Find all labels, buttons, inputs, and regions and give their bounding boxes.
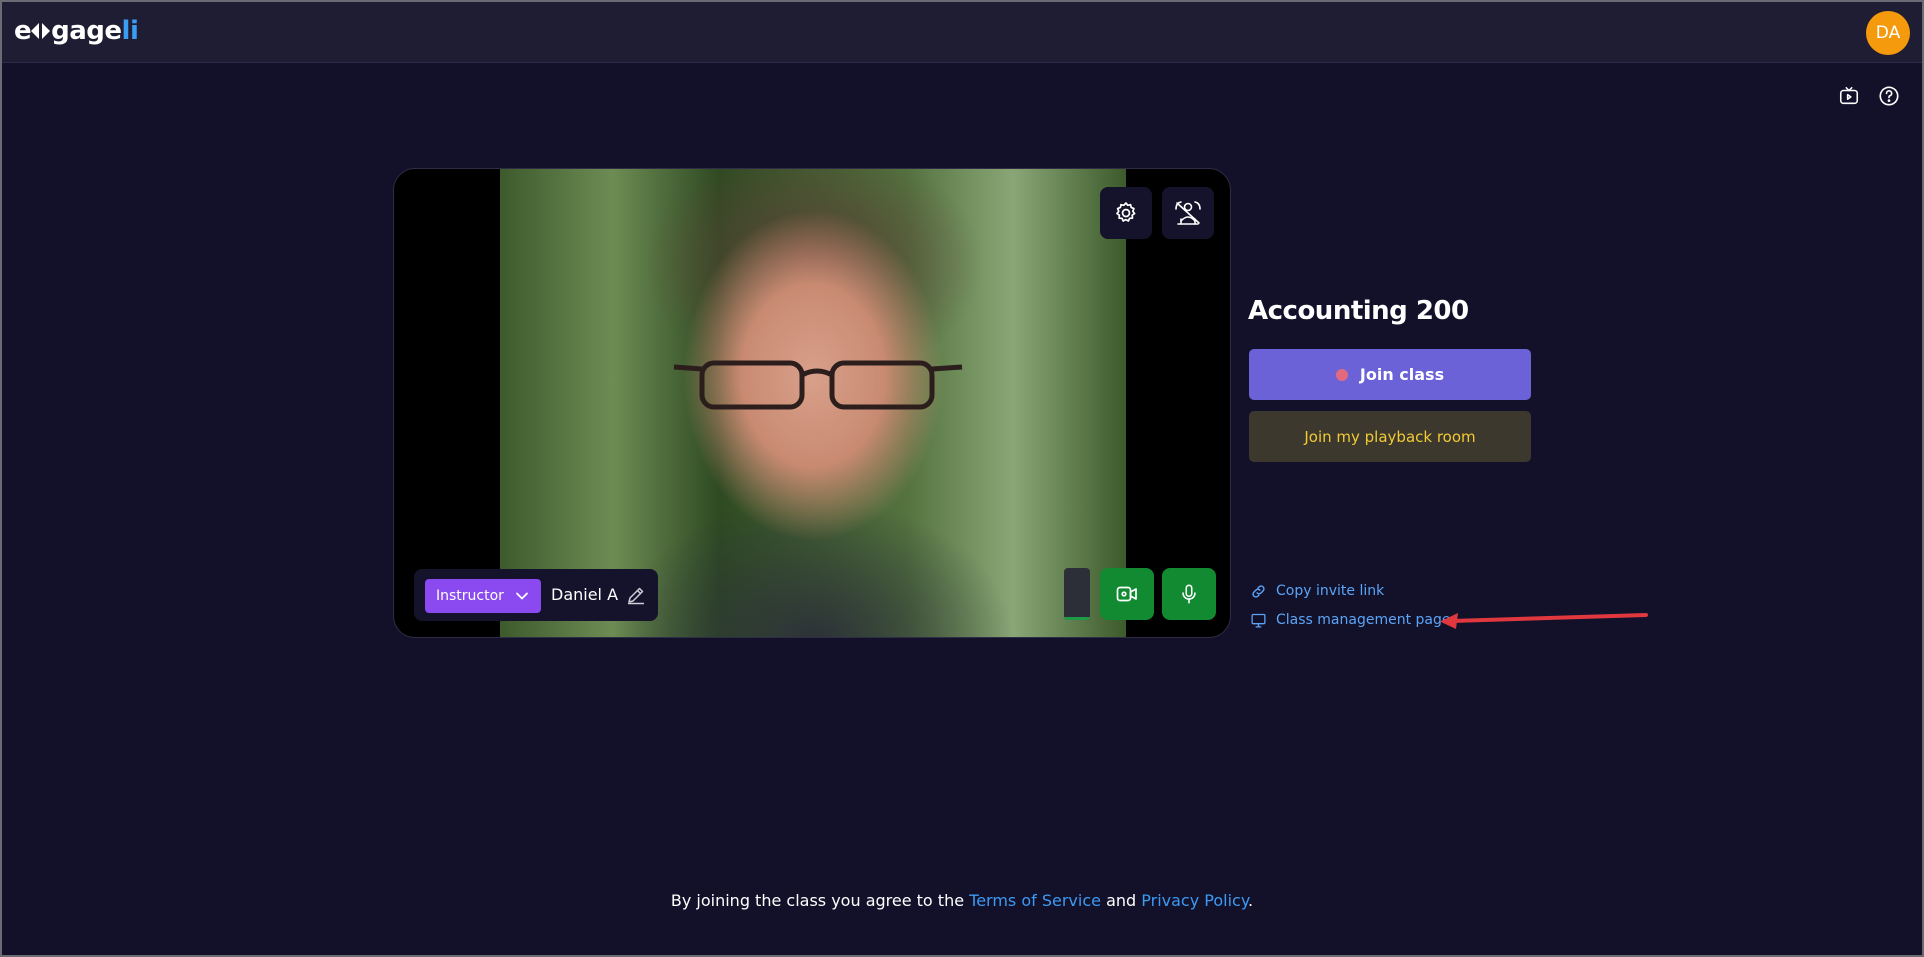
- logo-part-3: li: [121, 16, 139, 46]
- logo-part-1: e: [14, 16, 32, 46]
- join-class-button[interactable]: Join class: [1249, 349, 1531, 400]
- playback-camera-icon[interactable]: [1837, 84, 1861, 108]
- role-label: Instructor: [436, 588, 504, 604]
- chevron-down-icon: [515, 589, 529, 607]
- glasses-illustration: [673, 360, 963, 410]
- gear-icon: [1116, 202, 1136, 222]
- audio-level-fill: [1064, 617, 1090, 620]
- terms-notice: By joining the class you agree to the Te…: [0, 891, 1924, 910]
- footer-middle: and: [1100, 891, 1142, 910]
- footer-suffix: .: [1248, 891, 1254, 910]
- logo-arrow-right: [42, 23, 51, 39]
- video-camera-icon: [1116, 586, 1137, 602]
- mic-toggle-button[interactable]: [1162, 568, 1216, 620]
- logo-arrow-left: [31, 23, 40, 39]
- video-preview: Instructor Daniel A: [393, 168, 1231, 638]
- join-playback-label: Join my playback room: [1304, 427, 1476, 446]
- settings-button[interactable]: [1100, 187, 1152, 239]
- footer-prefix: By joining the class you agree to the: [670, 891, 970, 910]
- top-bar: e gage li DA: [0, 0, 1924, 63]
- audio-level-meter: [1064, 568, 1090, 620]
- layout-button[interactable]: [1162, 187, 1214, 239]
- annotation-arrow: [1440, 613, 1648, 629]
- user-avatar[interactable]: DA: [1866, 11, 1910, 55]
- microphone-icon: [1182, 584, 1196, 604]
- join-playback-room-button[interactable]: Join my playback room: [1249, 411, 1531, 462]
- terms-of-service-link[interactable]: Terms of Service: [969, 891, 1101, 910]
- copy-invite-link[interactable]: Copy invite link: [1249, 582, 1384, 600]
- role-dropdown[interactable]: Instructor: [425, 579, 541, 613]
- participant-name: Daniel A: [551, 585, 619, 604]
- record-dot-icon: [1335, 368, 1348, 381]
- join-class-label: Join class: [1359, 365, 1445, 384]
- engageli-logo[interactable]: e gage li: [14, 16, 139, 46]
- privacy-policy-link[interactable]: Privacy Policy: [1141, 891, 1248, 910]
- help-icon[interactable]: [1877, 84, 1901, 108]
- class-management-label: Class management page: [1276, 612, 1451, 628]
- class-title: Accounting 200: [1248, 296, 1469, 326]
- logo-part-2: gage: [51, 16, 122, 46]
- link-icon: [1249, 582, 1267, 600]
- participant-name-bar: Instructor Daniel A: [414, 569, 658, 621]
- monitor-icon: [1249, 611, 1267, 629]
- pencil-icon[interactable]: [626, 585, 646, 609]
- copy-invite-label: Copy invite link: [1276, 583, 1385, 599]
- presenter-icon: [1175, 201, 1201, 225]
- class-management-link[interactable]: Class management page: [1249, 611, 1450, 629]
- camera-feed: [500, 169, 1126, 637]
- camera-toggle-button[interactable]: [1100, 568, 1154, 620]
